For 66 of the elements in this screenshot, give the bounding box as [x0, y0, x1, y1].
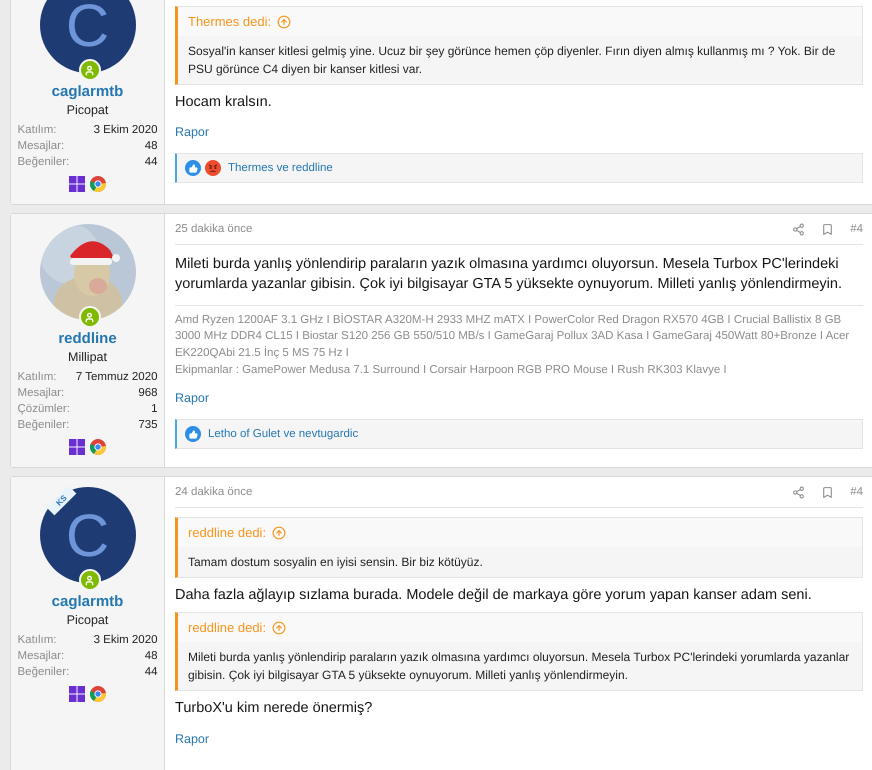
- signature-text: Ekipmanlar : GamePower Medusa 7.1 Surround I Corsair Harpoon RGB PRO Mouse I Rush RK303 Klavye I: [175, 362, 728, 378]
- user-title: Picopat: [66, 613, 108, 627]
- post-number[interactable]: #4: [850, 486, 863, 498]
- report-link[interactable]: Rapor: [175, 391, 210, 406]
- stat-label: Katılım:: [18, 370, 58, 385]
- user-title: Picopat: [66, 103, 108, 117]
- post-time[interactable]: 24 dakika önce: [175, 486, 776, 498]
- windows-icon: [69, 686, 85, 702]
- bookmark-icon[interactable]: [821, 486, 834, 498]
- chrome-icon: [90, 176, 106, 192]
- stat-label: Katılım:: [18, 123, 58, 138]
- stat-label: Mesajlar:: [18, 649, 66, 664]
- signature-text: Amd Ryzen 1200AF 3.1 GHz I BİOSTAR A320M-H 2933 MHZ mATX I PowerColor Red Dragon RX570 4GB I Crucial Ballistix 8 GB 3000 MHz DDR4 CL15 I Biostar S120 256 GB 550/510 MB/s I GameGaraj Pollux 3AD Kasa I GameGaraj 450Watt 80+Bronze I Acer EK220QAbi 21.5 İnç 5 MS 75 Hz I: [175, 312, 850, 361]
- stat-value: 44: [144, 155, 158, 170]
- reactions-text[interactable]: Letho of Gulet ve nevtugardic: [208, 428, 358, 440]
- share-icon[interactable]: [792, 222, 806, 236]
- post-text: Mileti burda yanlış yönlendirip paraların yazık olmasına yardımcı oluyorsun. Mesela Turbox PC'lerindeki yorumlarda yazanlar gibisin. Çok iyi bilgisayar GTA 5 yüksekte oynuyorum. Milleti yanlış yönlendirmeyin.: [175, 255, 843, 294]
- stat-value: 48: [144, 139, 158, 154]
- share-icon[interactable]: [792, 486, 806, 498]
- avatar-letter: C: [66, 512, 110, 558]
- report-link[interactable]: Rapor: [175, 732, 210, 746]
- quote-text: Sosyal'in kanser kitlesi gelmiş yine. Ucuz bir şey görünce hemen çöp diyenler. Fırın diyen almış kullanmış mı ? Yok. Bir de PSU görünce C4 diyen bir kanser kitlesi var.: [187, 43, 836, 78]
- stat-value: 3 Ekim 2020: [92, 633, 158, 648]
- angry-face-icon: [205, 160, 221, 176]
- stat-value: 48: [144, 649, 158, 664]
- windows-icon: [69, 439, 85, 455]
- stat-value: 735: [137, 418, 158, 433]
- bookmark-icon[interactable]: [821, 222, 834, 236]
- chrome-icon: [90, 439, 106, 455]
- stat-value: 7 Temmuz 2020: [74, 370, 158, 385]
- stat-value: 44: [144, 665, 158, 680]
- stat-label: Beğeniler:: [18, 418, 70, 433]
- username[interactable]: caglarmtb: [52, 593, 124, 610]
- like-icon: [185, 426, 201, 442]
- stat-label: Beğeniler:: [18, 155, 70, 170]
- avatar-letter: C: [66, 2, 110, 48]
- post-time[interactable]: 25 dakika önce: [175, 223, 776, 235]
- stat-value: 3 Ekim 2020: [92, 123, 158, 138]
- post-text: TurboX'u kim nerede önermiş?: [175, 699, 374, 718]
- go-to-quote-icon[interactable]: [272, 526, 286, 540]
- quote-text: Tamam dostum sosyalin en iyisi sensin. Bir biz kötüyüz.: [187, 554, 484, 571]
- post-text: Daha fazla ağlayıp sızlama burada. Modele değil de markaya göre yorum yapan kanser adam seni.: [175, 586, 813, 605]
- username[interactable]: reddline: [58, 330, 117, 347]
- stat-value: 1: [150, 402, 158, 417]
- windows-icon: [69, 176, 85, 192]
- stat-label: Katılım:: [18, 633, 58, 648]
- stat-label: Mesajlar:: [18, 386, 66, 401]
- like-icon: [185, 160, 201, 176]
- quote-author[interactable]: reddline dedi:: [188, 525, 266, 540]
- user-title: Millipat: [68, 350, 107, 364]
- quote-text: Mileti burda yanlış yönlendirip paraların yazık olmasına yardımcı oluyorsun. Mesela Turbox PC'lerindeki yorumlarda yazanlar gibisin. Çok iyi bilgisayar GTA 5 yüksekte oynuyorum. Milleti yanlış yönlendirmeyin.: [187, 649, 850, 684]
- go-to-quote-icon[interactable]: [277, 14, 292, 28]
- stat-value: 968: [137, 386, 158, 401]
- username[interactable]: caglarmtb: [52, 83, 124, 100]
- user-avatar[interactable]: C: [40, 0, 136, 73]
- post-text: Hocam kralsın.: [175, 93, 273, 112]
- quote-author[interactable]: Thermes dedi:: [188, 14, 272, 29]
- post-number[interactable]: #4: [850, 223, 863, 235]
- report-link[interactable]: Rapor: [175, 125, 210, 140]
- chrome-icon: [90, 686, 106, 702]
- reactions-text[interactable]: Thermes ve reddline: [228, 162, 333, 174]
- stat-label: Çözümler:: [18, 402, 71, 417]
- stat-label: Beğeniler:: [18, 665, 70, 680]
- quote-author[interactable]: reddline dedi:: [188, 620, 266, 636]
- go-to-quote-icon[interactable]: [272, 620, 286, 635]
- stat-label: Mesajlar:: [18, 139, 66, 154]
